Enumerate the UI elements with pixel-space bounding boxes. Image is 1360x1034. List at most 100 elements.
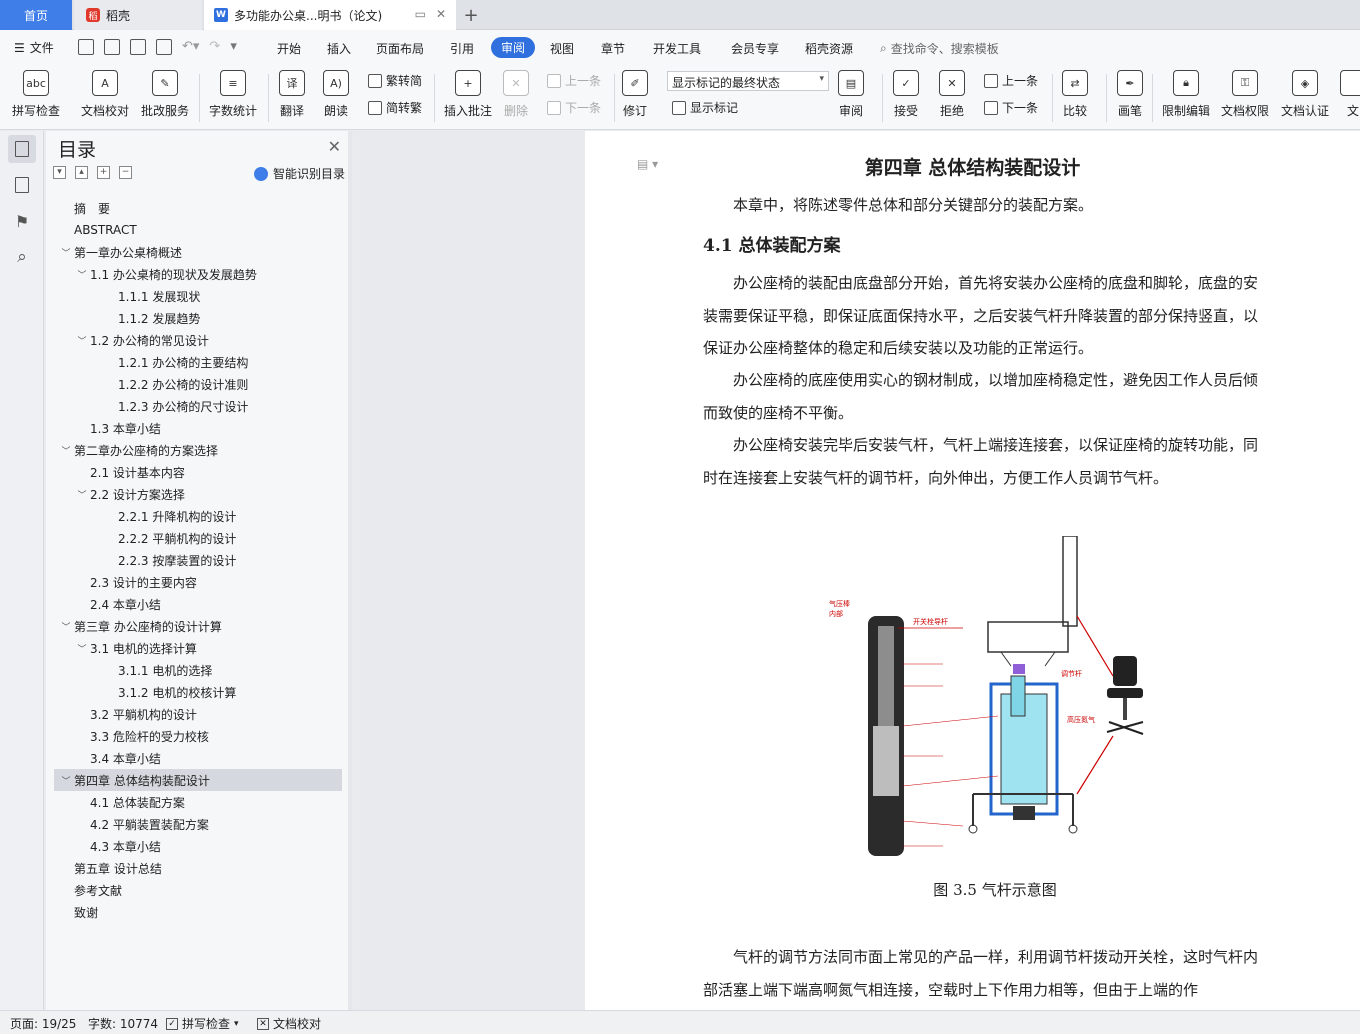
toc-item[interactable]: 2.2.1 升降机构的设计 xyxy=(54,505,342,527)
redo-icon[interactable]: ↷ xyxy=(209,39,220,55)
toc-item[interactable]: 1.3 本章小结 xyxy=(54,417,342,439)
tab-docer[interactable]: 稻 稻壳 xyxy=(74,0,202,30)
word-count-indicator[interactable]: 字数: 10774 xyxy=(88,1015,158,1032)
menu-review[interactable]: 审阅 xyxy=(491,37,535,58)
collapse-all-icon[interactable]: ▴ xyxy=(75,166,88,179)
bookmark-panel-button[interactable]: ⚑ xyxy=(8,207,36,235)
translate-button[interactable]: 译 翻译 xyxy=(279,70,305,119)
track-changes-button[interactable]: ✐ 修订 xyxy=(622,70,648,119)
toc-item[interactable]: ﹀ 2.2 设计方案选择 xyxy=(54,483,342,505)
more-ribbon-button[interactable]: 文 xyxy=(1340,70,1360,119)
doc-proof-button[interactable]: A 文档校对 xyxy=(81,70,129,119)
menu-view[interactable]: 视图 xyxy=(550,40,574,57)
tab-home[interactable]: 首页 xyxy=(0,0,72,30)
undo-icon[interactable]: ↶▾ xyxy=(182,39,199,55)
more-icon[interactable]: ▾ xyxy=(230,39,237,55)
toc-item[interactable]: 3.3 危险杆的受力校核 xyxy=(54,725,342,747)
export-icon[interactable] xyxy=(104,39,120,55)
toc-scrollbar[interactable] xyxy=(348,131,352,1010)
toc-item[interactable]: ﹀ 第三章 办公座椅的设计计算 xyxy=(54,615,342,637)
search-panel-button[interactable]: ⌕ xyxy=(8,243,36,271)
toc-item[interactable]: ﹀ 1.1 办公桌椅的现状及发展趋势 xyxy=(54,263,342,285)
expand-all-icon[interactable]: ▾ xyxy=(53,166,66,179)
menu-developer[interactable]: 开发工具 xyxy=(653,40,701,57)
chevron-down-icon[interactable]: ﹀ xyxy=(74,268,90,281)
close-icon[interactable]: ✕ xyxy=(328,137,341,156)
menu-section[interactable]: 章节 xyxy=(601,40,625,57)
doc-permission-button[interactable]: ⚿ 文档权限 xyxy=(1221,70,1269,119)
print-preview-icon[interactable] xyxy=(156,39,172,55)
page-indicator[interactable]: 页面: 19/25 xyxy=(10,1015,76,1032)
new-tab-button[interactable]: + xyxy=(458,0,484,30)
toc-item[interactable]: 4.1 总体装配方案 xyxy=(54,791,342,813)
menu-home[interactable]: 开始 xyxy=(277,40,301,57)
word-count-button[interactable]: ≡ 字数统计 xyxy=(209,70,257,119)
doc-auth-button[interactable]: ◈ 文档认证 xyxy=(1281,70,1329,119)
add-heading-icon[interactable]: + xyxy=(97,166,110,179)
status-doc-proof[interactable]: ✕ 文档校对 xyxy=(257,1015,321,1032)
toc-item[interactable]: 2.2.2 平躺机构的设计 xyxy=(54,527,342,549)
toc-item[interactable]: ﹀ 第一章办公桌椅概述 xyxy=(54,241,342,263)
toc-item[interactable]: ﹀ 第二章办公座椅的方案选择 xyxy=(54,439,342,461)
toc-item[interactable]: 2.2.3 按摩装置的设计 xyxy=(54,549,342,571)
prev-comment-button[interactable]: 上一条 xyxy=(547,72,601,89)
toc-item[interactable]: 第五章 设计总结 xyxy=(54,857,342,879)
toc-item[interactable]: 1.1.1 发展现状 xyxy=(54,285,342,307)
spell-check-button[interactable]: abc 拼写检查 xyxy=(12,70,60,119)
accept-button[interactable]: ✓ 接受 xyxy=(893,70,919,119)
show-markup-button[interactable]: 显示标记 xyxy=(672,99,738,116)
save-icon[interactable] xyxy=(78,39,94,55)
toc-item[interactable]: 2.4 本章小结 xyxy=(54,593,342,615)
toc-item[interactable]: 4.2 平躺装置装配方案 xyxy=(54,813,342,835)
prev-change-button[interactable]: 上一条 xyxy=(984,72,1038,89)
menu-docer-resources[interactable]: 稻壳资源 xyxy=(805,40,853,57)
next-change-button[interactable]: 下一条 xyxy=(984,99,1038,116)
next-comment-button[interactable]: 下一条 xyxy=(547,99,601,116)
toc-item[interactable]: 4.3 本章小结 xyxy=(54,835,342,857)
batch-service-button[interactable]: ✎ 批改服务 xyxy=(141,70,189,119)
toc-item[interactable]: ﹀ 3.1 电机的选择计算 xyxy=(54,637,342,659)
toc-item[interactable]: 3.2 平躺机构的设计 xyxy=(54,703,342,725)
status-spell-check[interactable]: ✓ 拼写检查 ▾ xyxy=(166,1015,239,1032)
toc-item[interactable]: 1.1.2 发展趋势 xyxy=(54,307,342,329)
toc-item[interactable]: 1.2.2 办公椅的设计准则 xyxy=(54,373,342,395)
restrict-edit-button[interactable]: 🔒︎ 限制编辑 xyxy=(1162,70,1210,119)
print-icon[interactable] xyxy=(130,39,146,55)
toc-item[interactable]: ABSTRACT xyxy=(54,219,342,241)
toc-item[interactable]: 参考文献 xyxy=(54,879,342,901)
to-simplified-button[interactable]: 简转繁 xyxy=(368,99,422,116)
toc-item[interactable]: 致谢 xyxy=(54,901,342,923)
markup-state-select[interactable]: 显示标记的最终状态 ▾ xyxy=(667,71,829,91)
pin-icon[interactable]: ▭ xyxy=(415,7,426,21)
command-search[interactable]: ⌕ 查找命令、搜索模板 xyxy=(880,40,999,57)
menu-references[interactable]: 引用 xyxy=(450,40,474,57)
chevron-down-icon[interactable]: ﹀ xyxy=(58,246,74,259)
menu-page-layout[interactable]: 页面布局 xyxy=(376,40,424,57)
toc-panel-button[interactable] xyxy=(8,135,36,163)
reject-button[interactable]: ✕ 拒绝 xyxy=(939,70,965,119)
menu-membership[interactable]: 会员专享 xyxy=(731,40,779,57)
chevron-down-icon[interactable]: ﹀ xyxy=(58,620,74,633)
pen-button[interactable]: ✒ 画笔 xyxy=(1117,70,1143,119)
chapter-panel-button[interactable] xyxy=(8,171,36,199)
toc-item[interactable]: 3.1.1 电机的选择 xyxy=(54,659,342,681)
insert-comment-button[interactable]: + 插入批注 xyxy=(444,70,492,119)
remove-heading-icon[interactable]: − xyxy=(119,166,132,179)
smart-toc-button[interactable]: 智能识别目录 xyxy=(253,165,345,182)
toc-item[interactable]: 1.2.1 办公椅的主要结构 xyxy=(54,351,342,373)
to-traditional-button[interactable]: 繁转简 xyxy=(368,72,422,89)
toc-item[interactable]: 3.4 本章小结 xyxy=(54,747,342,769)
toc-item[interactable]: 2.1 设计基本内容 xyxy=(54,461,342,483)
toc-item[interactable]: 2.3 设计的主要内容 xyxy=(54,571,342,593)
chevron-down-icon[interactable]: ﹀ xyxy=(74,334,90,347)
toc-item[interactable]: ﹀ 第四章 总体结构装配设计 xyxy=(54,769,342,791)
tab-document[interactable]: W 多功能办公桌...明书（论文) ▭ ✕ xyxy=(204,0,456,30)
chevron-down-icon[interactable]: ﹀ xyxy=(74,642,90,655)
read-aloud-button[interactable]: A) 朗读 xyxy=(323,70,349,119)
compare-button[interactable]: ⇄ 比较 xyxy=(1062,70,1088,119)
file-menu-button[interactable]: ☰ 文件 xyxy=(14,39,54,56)
toc-item[interactable]: 摘 要 xyxy=(54,197,342,219)
toc-item[interactable]: ﹀ 1.2 办公椅的常见设计 xyxy=(54,329,342,351)
chevron-down-icon[interactable]: ﹀ xyxy=(74,488,90,501)
chevron-down-icon[interactable]: ﹀ xyxy=(58,444,74,457)
